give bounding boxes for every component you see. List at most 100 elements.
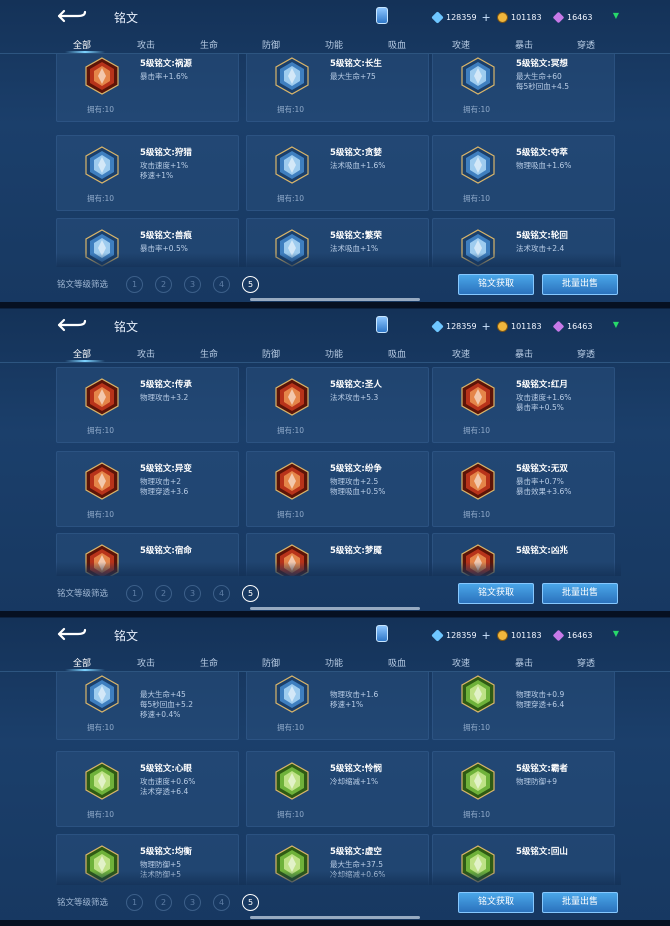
rune-card[interactable]: 最大生命+45 每5秒回血+5.2 移速+0.4% 拥有:10 (56, 672, 239, 740)
tab-category[interactable]: 攻击 (137, 38, 155, 51)
gem-icon (552, 320, 565, 332)
rune-card[interactable]: 5级铭文:祸源 暴击率+1.6% 拥有:10 (56, 54, 239, 122)
acquire-rune-button[interactable]: 铭文获取 (458, 583, 534, 604)
tab-category[interactable]: 防御 (262, 38, 280, 51)
rune-gem-icon (273, 462, 311, 500)
tab-category[interactable]: 暴击 (515, 656, 533, 669)
tab-category[interactable]: 全部 (73, 656, 91, 669)
back-arrow-icon[interactable] (56, 8, 88, 24)
page-title: 铭文 (114, 629, 139, 643)
rune-badge-icon[interactable] (376, 7, 388, 24)
coupon-icon (431, 10, 444, 24)
add-coupon-icon[interactable]: + (482, 321, 491, 332)
back-arrow-icon[interactable] (56, 317, 88, 333)
add-coupon-icon[interactable]: + (482, 12, 491, 23)
tab-category[interactable]: 防御 (262, 347, 280, 360)
rune-card[interactable]: 5级铭文:夺萃 物理吸血+1.6% 拥有:10 (432, 135, 615, 211)
tab-category[interactable]: 防御 (262, 656, 280, 669)
rune-card[interactable]: 5级铭文:异变 物理攻击+2 物理穿透+3.6 拥有:10 (56, 451, 239, 527)
level-filter-option[interactable]: 2 (155, 894, 172, 911)
owned-count: 拥有:10 (277, 194, 305, 203)
tab-category[interactable]: 生命 (200, 347, 218, 360)
rune-attribute: 最大生命+75 (330, 72, 376, 81)
tab-category[interactable]: 生命 (200, 656, 218, 669)
rune-card[interactable]: 5级铭文:心眼 攻击速度+0.6% 法术穿透+6.4 拥有:10 (56, 751, 239, 827)
level-filter-option[interactable]: 5 (242, 894, 259, 911)
rune-name: 5级铭文:轮回 (516, 231, 568, 241)
coupon-balance[interactable]: 128359 + (431, 628, 491, 642)
tab-category[interactable]: 攻速 (452, 347, 470, 360)
bulk-sell-button[interactable]: 批量出售 (542, 892, 618, 913)
tab-category[interactable]: 全部 (73, 347, 91, 360)
gold-coin-icon (497, 629, 508, 641)
coupon-icon (431, 628, 444, 642)
coupon-balance[interactable]: 128359 + (431, 10, 491, 24)
rune-badge-icon[interactable] (376, 316, 388, 333)
acquire-rune-button[interactable]: 铭文获取 (458, 892, 534, 913)
level-filter-option[interactable]: 2 (155, 276, 172, 293)
back-arrow-icon[interactable] (56, 626, 88, 642)
rune-card[interactable]: 5级铭文:怜悯 冷却缩减+1% 拥有:10 (246, 751, 429, 827)
coupon-balance[interactable]: 128359 + (431, 319, 491, 333)
rune-name: 5级铭文:圣人 (330, 380, 382, 390)
tab-category[interactable]: 功能 (325, 656, 343, 669)
tab-category[interactable]: 穿透 (577, 38, 595, 51)
tab-category[interactable]: 吸血 (388, 347, 406, 360)
level-filter-option[interactable]: 4 (213, 894, 230, 911)
rune-card[interactable]: 5级铭文:纷争 物理攻击+2.5 物理吸血+0.5% 拥有:10 (246, 451, 429, 527)
rune-card[interactable]: 5级铭文:长生 最大生命+75 拥有:10 (246, 54, 429, 122)
level-filter-option[interactable]: 4 (213, 276, 230, 293)
bulk-sell-button[interactable]: 批量出售 (542, 274, 618, 295)
level-filter-option[interactable]: 1 (126, 894, 143, 911)
bulk-sell-button[interactable]: 批量出售 (542, 583, 618, 604)
level-filter-option[interactable]: 3 (184, 276, 201, 293)
rune-name: 5级铭文:纷争 (330, 464, 382, 474)
level-filter-label: 铭文等级筛选 (57, 589, 109, 599)
tab-category[interactable]: 穿透 (577, 347, 595, 360)
acquire-rune-button[interactable]: 铭文获取 (458, 274, 534, 295)
level-filter-option[interactable]: 5 (242, 276, 259, 293)
owned-count: 拥有:10 (87, 105, 115, 114)
owned-count: 拥有:10 (277, 510, 305, 519)
level-filter-option[interactable]: 1 (126, 276, 143, 293)
rune-card[interactable]: 5级铭文:红月 攻击速度+1.6% 暴击率+0.5% 拥有:10 (432, 367, 615, 443)
rune-card[interactable]: 5级铭文:贪婪 法术吸血+1.6% 拥有:10 (246, 135, 429, 211)
owned-count: 拥有:10 (87, 194, 115, 203)
tab-category[interactable]: 攻速 (452, 38, 470, 51)
gem-balance: 16463 (552, 10, 592, 24)
rune-card[interactable]: 5级铭文:圣人 法术攻击+5.3 拥有:10 (246, 367, 429, 443)
tab-category[interactable]: 吸血 (388, 656, 406, 669)
tab-category[interactable]: 功能 (325, 38, 343, 51)
level-filter-option[interactable]: 2 (155, 585, 172, 602)
add-coupon-icon[interactable]: + (482, 630, 491, 641)
level-filter-option[interactable]: 3 (184, 894, 201, 911)
tab-category[interactable]: 攻击 (137, 656, 155, 669)
tab-category[interactable]: 全部 (73, 38, 91, 51)
rune-card[interactable]: 5级铭文:无双 暴击率+0.7% 暴击效果+3.6% 拥有:10 (432, 451, 615, 527)
rune-grid: 5级铭文:传承 物理攻击+3.2 拥有:10 5级铭文:圣人 法术攻击+5.3 拥有:1… (56, 363, 621, 576)
rune-card[interactable]: 5级铭文:冥想 最大生命+60 每5秒回血+4.5 拥有:10 (432, 54, 615, 122)
owned-count: 拥有:10 (87, 510, 115, 519)
level-filter-option[interactable]: 1 (126, 585, 143, 602)
gold-amount: 101183 (511, 12, 542, 22)
rune-card[interactable]: 物理攻击+1.6 移速+1% 拥有:10 (246, 672, 429, 740)
rune-name: 5级铭文:虚空 (330, 847, 382, 857)
level-filter-option[interactable]: 5 (242, 585, 259, 602)
rune-name: 5级铭文:霸者 (516, 764, 568, 774)
tab-category[interactable]: 生命 (200, 38, 218, 51)
tab-category[interactable]: 功能 (325, 347, 343, 360)
tab-category[interactable]: 吸血 (388, 38, 406, 51)
tab-category[interactable]: 暴击 (515, 38, 533, 51)
tab-category[interactable]: 攻击 (137, 347, 155, 360)
level-filter-option[interactable]: 3 (184, 585, 201, 602)
tab-category[interactable]: 暴击 (515, 347, 533, 360)
tab-category[interactable]: 攻速 (452, 656, 470, 669)
rune-card[interactable]: 物理攻击+0.9 物理穿透+6.4 拥有:10 (432, 672, 615, 740)
rune-card[interactable]: 5级铭文:传承 物理攻击+3.2 拥有:10 (56, 367, 239, 443)
level-filter-option[interactable]: 4 (213, 585, 230, 602)
rune-card[interactable]: 5级铭文:狩猎 攻击速度+1% 移速+1% 拥有:10 (56, 135, 239, 211)
rune-card[interactable]: 5级铭文:霸者 物理防御+9 拥有:10 (432, 751, 615, 827)
owned-count: 拥有:10 (87, 810, 115, 819)
rune-badge-icon[interactable] (376, 625, 388, 642)
tab-category[interactable]: 穿透 (577, 656, 595, 669)
